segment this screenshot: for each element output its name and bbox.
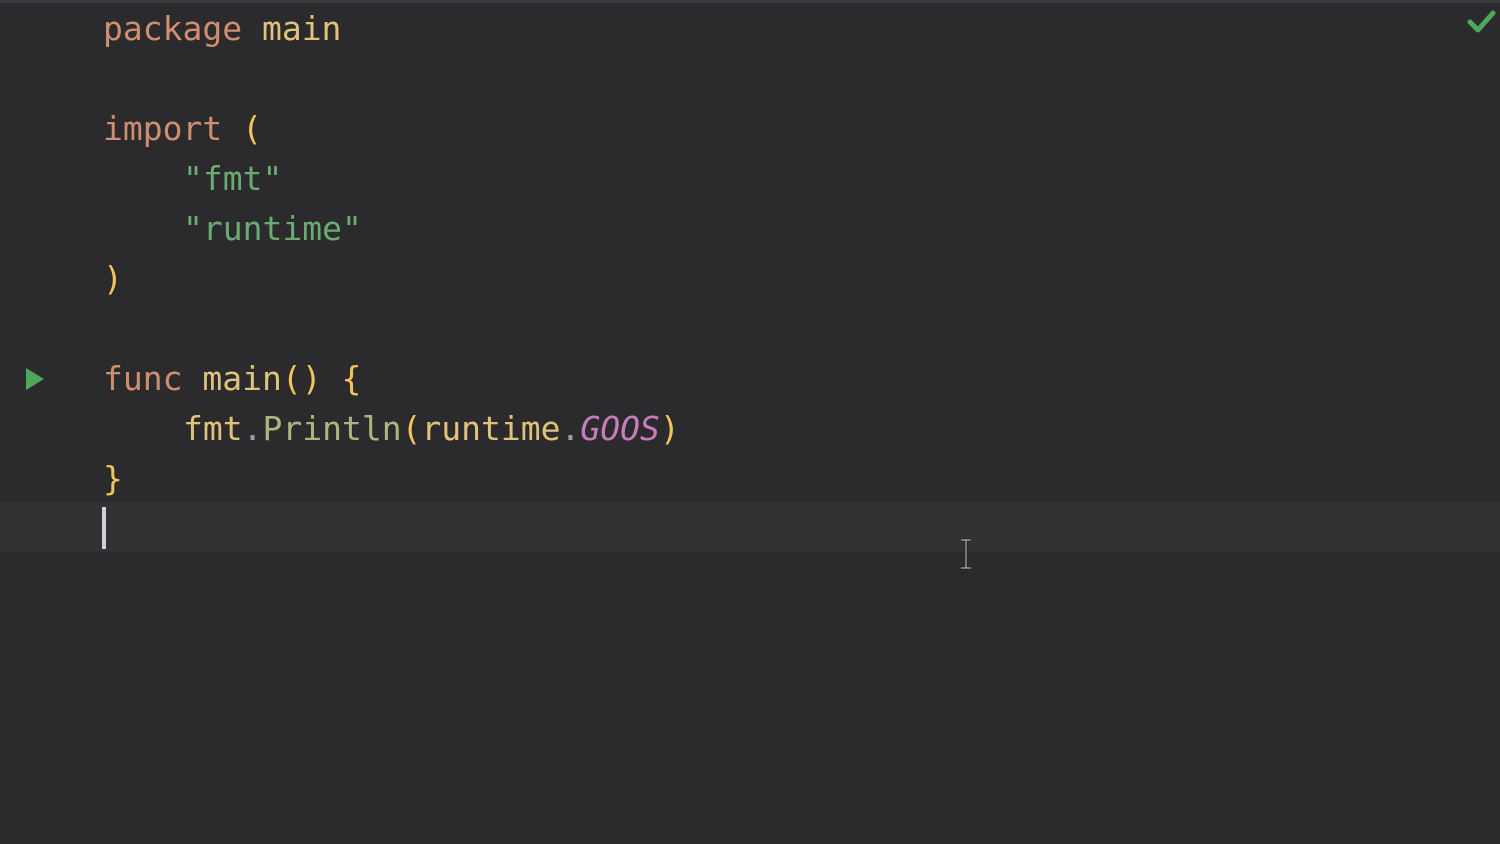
code-editor[interactable]: package main import ( "fmt" "runtime" ) … bbox=[0, 0, 1500, 844]
text-caret bbox=[102, 507, 106, 549]
code-line-package: package main bbox=[103, 4, 341, 54]
func-close-brace: } bbox=[103, 459, 123, 498]
call-open-paren: ( bbox=[401, 409, 422, 448]
constant-goos: GOOS bbox=[580, 409, 660, 448]
text-cursor-icon bbox=[961, 538, 971, 570]
function-call-println: Println bbox=[262, 409, 402, 448]
func-parens: () bbox=[281, 359, 322, 398]
keyword-func: func bbox=[103, 359, 183, 398]
code-line-println: fmt.Println(runtime.GOOS) bbox=[103, 404, 680, 454]
import-open-paren: ( bbox=[242, 109, 262, 148]
code-line-import: import ( bbox=[103, 104, 262, 154]
package-ref-runtime: runtime bbox=[421, 409, 561, 448]
code-line-func-main: func main() { bbox=[103, 354, 361, 404]
code-line-import-runtime: "runtime" bbox=[103, 204, 362, 254]
keyword-package: package bbox=[103, 9, 243, 48]
dot-operator: . bbox=[242, 409, 263, 448]
package-name: main bbox=[261, 9, 342, 48]
code-line-import-close: ) bbox=[103, 254, 123, 304]
import-close-paren: ) bbox=[103, 259, 123, 298]
code-line-import-fmt: "fmt" bbox=[103, 154, 282, 204]
function-name-main: main bbox=[202, 359, 282, 398]
import-string-runtime: "runtime" bbox=[183, 209, 362, 248]
call-close-paren: ) bbox=[659, 409, 680, 448]
code-line-close-brace: } bbox=[103, 454, 123, 504]
import-string-fmt: "fmt" bbox=[183, 159, 283, 198]
editor-top-edge bbox=[0, 0, 1500, 3]
package-ref-fmt: fmt bbox=[183, 409, 243, 448]
dot-operator: . bbox=[560, 409, 581, 448]
current-line-highlight bbox=[0, 502, 1500, 552]
func-open-brace: { bbox=[341, 359, 362, 398]
run-triangle-icon[interactable] bbox=[24, 366, 46, 392]
keyword-import: import bbox=[103, 109, 223, 148]
check-icon[interactable] bbox=[1466, 6, 1496, 36]
